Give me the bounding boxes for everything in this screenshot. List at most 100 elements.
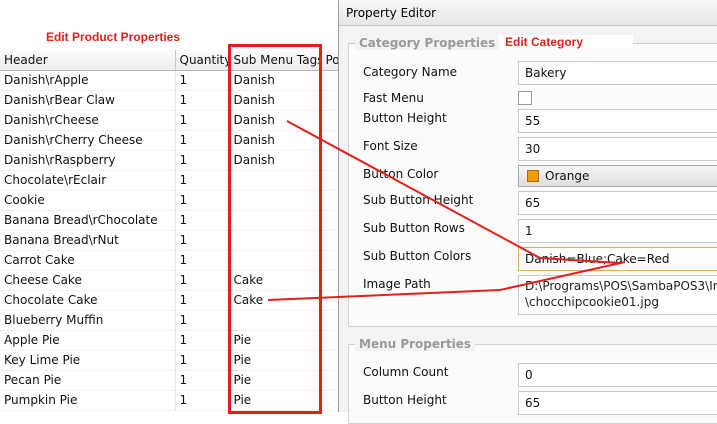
image-path-field[interactable]: D:\Programs\POS\SambaPOS3\Imag \chocchip… xyxy=(518,275,717,315)
category-name-field[interactable]: Bakery xyxy=(518,61,717,85)
header-cell[interactable]: Danish\rCheese xyxy=(0,110,176,131)
table-row[interactable]: Danish\rCherry Cheese 1 Danish xyxy=(0,130,340,151)
header-cell[interactable]: Banana Bread\rChocolate xyxy=(0,210,176,231)
column-header-sub-menu-tags[interactable]: Sub Menu Tags xyxy=(229,50,322,71)
sub-menu-tags-cell[interactable]: Danish xyxy=(229,90,322,111)
table-row[interactable]: Pumpkin Pie 1 Pie xyxy=(0,390,340,411)
table-row[interactable]: Danish\rBear Claw 1 Danish xyxy=(0,90,340,111)
property-row-column-count: Column Count 0 xyxy=(349,361,717,387)
sub-menu-tags-cell[interactable]: Danish xyxy=(229,130,322,151)
table-row[interactable]: Key Lime Pie 1 Pie xyxy=(0,350,340,371)
quantity-cell[interactable]: 1 xyxy=(175,170,230,191)
quantity-cell[interactable]: 1 xyxy=(175,350,230,371)
table-row[interactable]: Banana Bread\rChocolate 1 xyxy=(0,210,340,231)
category-properties-title: Category Properties xyxy=(355,36,500,50)
table-row[interactable]: Danish\rApple 1 Danish xyxy=(0,70,340,91)
sub-menu-tags-cell[interactable]: Cake xyxy=(229,290,322,311)
quantity-cell[interactable]: 1 xyxy=(175,390,230,411)
sub-button-rows-label: Sub Button Rows xyxy=(363,221,465,235)
sub-button-rows-field[interactable]: 1 xyxy=(518,219,717,243)
table-row[interactable]: Carrot Cake 1 xyxy=(0,250,340,271)
quantity-cell[interactable]: 1 xyxy=(175,330,230,351)
button-height-field[interactable]: 55 xyxy=(518,109,717,133)
table-row[interactable]: Chocolate Cake 1 Cake xyxy=(0,290,340,311)
header-cell[interactable]: Carrot Cake xyxy=(0,250,176,271)
quantity-cell[interactable]: 1 xyxy=(175,210,230,231)
image-path-line-1: D:\Programs\POS\SambaPOS3\Imag xyxy=(525,279,717,293)
sub-menu-tags-cell[interactable]: Pie xyxy=(229,390,322,411)
button-color-label: Button Color xyxy=(363,167,439,181)
quantity-cell[interactable]: 1 xyxy=(175,90,230,111)
header-cell[interactable]: Blueberry Muffin xyxy=(0,310,176,331)
sub-menu-tags-cell[interactable]: Pie xyxy=(229,350,322,371)
header-cell[interactable]: Cheese Cake xyxy=(0,270,176,291)
menu-button-height-label: Button Height xyxy=(363,393,447,407)
header-cell[interactable]: Key Lime Pie xyxy=(0,350,176,371)
table-row[interactable]: Danish\rCheese 1 Danish xyxy=(0,110,340,131)
column-header-header[interactable]: Header xyxy=(0,50,176,71)
quantity-cell[interactable]: 1 xyxy=(175,110,230,131)
sub-menu-tags-cell[interactable]: Pie xyxy=(229,330,322,351)
product-table: Header Quantity Sub Menu Tags Po Danish\… xyxy=(0,50,340,411)
sub-menu-tags-cell[interactable] xyxy=(229,310,322,331)
category-properties-group: Category Properties Edit Category Catego… xyxy=(348,35,717,327)
table-row[interactable]: Banana Bread\rNut 1 xyxy=(0,230,340,251)
header-cell[interactable]: Pumpkin Pie xyxy=(0,390,176,411)
header-cell[interactable]: Danish\rRaspberry xyxy=(0,150,176,171)
quantity-cell[interactable]: 1 xyxy=(175,270,230,291)
header-cell[interactable]: Pecan Pie xyxy=(0,370,176,391)
table-row[interactable]: Cheese Cake 1 Cake xyxy=(0,270,340,291)
fast-menu-checkbox[interactable] xyxy=(518,91,532,105)
header-cell[interactable]: Cookie xyxy=(0,190,176,211)
sub-menu-tags-cell[interactable] xyxy=(229,230,322,251)
sub-menu-tags-cell[interactable] xyxy=(229,170,322,191)
sub-menu-tags-cell[interactable] xyxy=(229,250,322,271)
quantity-cell[interactable]: 1 xyxy=(175,70,230,91)
sub-menu-tags-cell[interactable]: Cake xyxy=(229,270,322,291)
quantity-cell[interactable]: 1 xyxy=(175,250,230,271)
header-cell[interactable]: Danish\rCherry Cheese xyxy=(0,130,176,151)
header-cell[interactable]: Danish\rBear Claw xyxy=(0,90,176,111)
header-cell[interactable]: Apple Pie xyxy=(0,330,176,351)
property-row-sub-button-rows: Sub Button Rows 1 xyxy=(349,217,717,243)
header-cell[interactable]: Chocolate Cake xyxy=(0,290,176,311)
orange-color-swatch-icon xyxy=(527,170,539,182)
header-cell[interactable]: Danish\rApple xyxy=(0,70,176,91)
quantity-cell[interactable]: 1 xyxy=(175,190,230,211)
sub-menu-tags-cell[interactable]: Pie xyxy=(229,370,322,391)
table-row[interactable]: Blueberry Muffin 1 xyxy=(0,310,340,331)
table-row[interactable]: Pecan Pie 1 Pie xyxy=(0,370,340,391)
quantity-cell[interactable]: 1 xyxy=(175,310,230,331)
menu-button-height-field[interactable]: 65 xyxy=(518,391,717,415)
sub-button-height-field[interactable]: 65 xyxy=(518,191,717,215)
header-cell[interactable]: Chocolate\rEclair xyxy=(0,170,176,191)
property-row-category-name: Category Name Bakery xyxy=(349,61,717,87)
sub-menu-tags-cell[interactable] xyxy=(229,190,322,211)
table-row[interactable]: Apple Pie 1 Pie xyxy=(0,330,340,351)
menu-properties-group: Menu Properties Column Count 0 Button He… xyxy=(348,337,717,424)
quantity-cell[interactable]: 1 xyxy=(175,290,230,311)
sub-menu-tags-cell[interactable]: Danish xyxy=(229,110,322,131)
sub-menu-tags-cell[interactable] xyxy=(229,210,322,231)
quantity-cell[interactable]: 1 xyxy=(175,230,230,251)
quantity-cell[interactable]: 1 xyxy=(175,370,230,391)
property-row-menu-button-height: Button Height 65 xyxy=(349,389,717,415)
button-color-dropdown[interactable]: Orange xyxy=(518,165,717,187)
font-size-field[interactable]: 30 xyxy=(518,137,717,161)
property-row-button-color: Button Color Orange xyxy=(349,163,717,189)
quantity-cell[interactable]: 1 xyxy=(175,150,230,171)
table-row[interactable]: Chocolate\rEclair 1 xyxy=(0,170,340,191)
sub-menu-tags-cell[interactable]: Danish xyxy=(229,70,322,91)
table-row[interactable]: Danish\rRaspberry 1 Danish xyxy=(0,150,340,171)
sub-button-colors-field[interactable]: Danish=Blue;Cake=Red xyxy=(518,247,717,271)
table-row[interactable]: Cookie 1 xyxy=(0,190,340,211)
font-size-label: Font Size xyxy=(363,139,418,153)
header-cell[interactable]: Banana Bread\rNut xyxy=(0,230,176,251)
column-header-quantity[interactable]: Quantity xyxy=(175,50,230,71)
quantity-cell[interactable]: 1 xyxy=(175,130,230,151)
sub-menu-tags-cell[interactable]: Danish xyxy=(229,150,322,171)
column-count-field[interactable]: 0 xyxy=(518,363,717,387)
sub-button-height-label: Sub Button Height xyxy=(363,193,474,207)
property-row-sub-button-colors: Sub Button Colors Danish=Blue;Cake=Red xyxy=(349,245,717,271)
button-color-value: Orange xyxy=(545,169,590,183)
